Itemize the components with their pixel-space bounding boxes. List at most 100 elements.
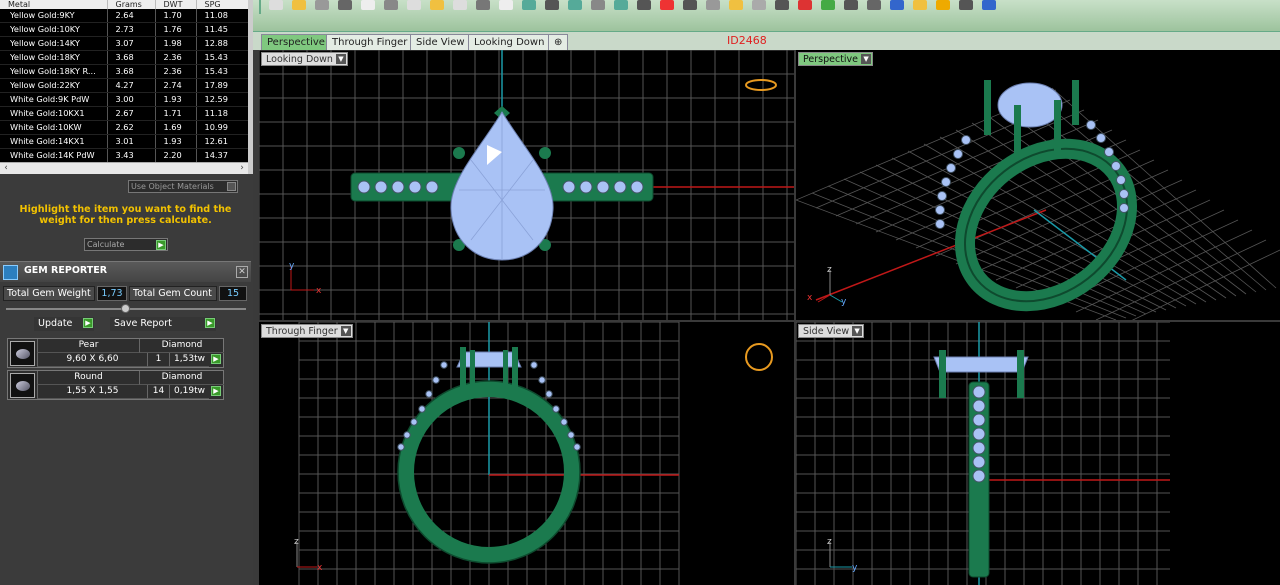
toolbar-tool-icon[interactable] [706, 0, 720, 10]
metal-table-header[interactable]: DWT [155, 0, 197, 9]
round-side-stone [972, 413, 986, 427]
play-arrow-icon[interactable]: ▶ [83, 318, 93, 328]
toolbar-tool-icon[interactable] [338, 0, 352, 10]
tab-looking-down[interactable]: Looking Down [468, 34, 551, 50]
toolbar-tool-icon[interactable] [545, 0, 559, 10]
toolbar-tool-icon[interactable] [453, 0, 467, 10]
toolbar-tool-icon[interactable] [936, 0, 950, 10]
toolbar-tool-icon[interactable] [499, 0, 513, 10]
metal-table-header[interactable]: Metal [0, 0, 108, 9]
viewport-label-through-finger[interactable]: Through Finger ▼ [261, 324, 353, 338]
table-cell: 11.18 [196, 106, 248, 121]
table-row[interactable]: Yellow Gold:14KY 3.07 1.98 12.88 [0, 36, 248, 51]
metal-table-header[interactable]: SPG [196, 0, 248, 9]
viewport-looking-down[interactable]: y x Looking Down ▼ [259, 50, 794, 320]
toolbar-tool-icon[interactable] [982, 0, 996, 10]
viewport-label-perspective[interactable]: Perspective ▼ [798, 52, 874, 66]
table-cell: 2.62 [107, 120, 156, 135]
metal-table-horizontal-scrollbar[interactable]: ‹ › [0, 162, 248, 174]
add-tab-button[interactable]: ⊕ [548, 34, 569, 50]
metal-table-header[interactable]: Grams [107, 0, 156, 9]
scroll-right-icon[interactable]: › [236, 163, 248, 174]
table-row[interactable]: Yellow Gold:10KY 2.73 1.76 11.45 [0, 22, 248, 37]
table-cell: 12.61 [196, 134, 248, 149]
toolbar-tool-icon[interactable] [476, 0, 490, 10]
toolbar-tool-icon[interactable] [913, 0, 927, 10]
table-row[interactable]: White Gold:14KX1 3.01 1.93 12.61 [0, 134, 248, 149]
prong [539, 147, 551, 159]
toolbar-tool-icon[interactable] [522, 0, 536, 10]
table-cell: 2.67 [107, 106, 156, 121]
checkbox-icon[interactable] [227, 182, 236, 191]
play-arrow-icon[interactable]: ▶ [205, 318, 215, 328]
toolbar-tool-icon[interactable] [752, 0, 766, 10]
save-report-button[interactable]: Save Report ▶ [110, 317, 216, 331]
tab-side-view[interactable]: Side View [410, 34, 471, 50]
table-row[interactable]: White Gold:14K PdW 3.43 2.20 14.37 [0, 148, 248, 162]
toolbar-tool-icon[interactable] [798, 0, 812, 10]
dropdown-arrow-icon[interactable]: ▼ [335, 54, 346, 64]
toolbar-tool-icon[interactable] [775, 0, 789, 10]
play-arrow-icon[interactable]: ▶ [211, 386, 221, 396]
toolbar-tool-icon[interactable] [407, 0, 421, 10]
table-cell: Yellow Gold:10KY [0, 22, 108, 37]
toolbar-tool-icon[interactable] [844, 0, 858, 10]
viewport-through-finger[interactable]: z x Through Finger ▼ [259, 322, 794, 585]
scroll-left-icon[interactable]: ‹ [0, 163, 12, 174]
table-row[interactable]: Yellow Gold:18KY R... 3.68 2.36 15.43 [0, 64, 248, 79]
table-row[interactable]: Yellow Gold:22KY 4.27 2.74 17.89 [0, 78, 248, 93]
table-row[interactable]: White Gold:10KW 2.62 1.69 10.99 [0, 120, 248, 135]
axis-label-y: y [289, 261, 295, 271]
toolbar-tool-icon[interactable] [430, 0, 444, 10]
viewport-title: Perspective [803, 54, 859, 65]
toolbar-tool-icon[interactable] [384, 0, 398, 10]
toolbar-tool-icon[interactable] [292, 0, 306, 10]
play-arrow-icon[interactable]: ▶ [211, 354, 221, 364]
report-slider[interactable] [6, 304, 246, 313]
toolbar-tool-icon[interactable] [269, 0, 283, 10]
viewport-side-view[interactable]: z y Side View ▼ [796, 322, 1280, 585]
table-row[interactable]: White Gold:10KX1 2.67 1.71 11.18 [0, 106, 248, 121]
viewport-perspective[interactable]: z y x Perspective ▼ [796, 50, 1280, 320]
table-cell: 15.43 [196, 50, 248, 65]
viewport-label-looking-down[interactable]: Looking Down ▼ [261, 52, 348, 66]
gem-list: Pear Diamond 9,60 X 6,60 1 1,53tw ▶ Roun… [7, 338, 224, 402]
toolbar-tool-icon[interactable] [591, 0, 605, 10]
viewport-label-side-view[interactable]: Side View ▼ [798, 324, 865, 338]
toolbar-tool-icon[interactable] [683, 0, 697, 10]
toolbar-tool-icon[interactable] [637, 0, 651, 10]
gem-row-pear[interactable]: Pear Diamond 9,60 X 6,60 1 1,53tw ▶ [7, 338, 224, 368]
update-button[interactable]: Update ▶ [34, 317, 94, 331]
dropdown-arrow-icon[interactable]: ▼ [852, 326, 863, 336]
metal-weight-table: Metal Grams DWT SPG Yellow Gold:9KY 2.64 1.70… [0, 0, 248, 162]
toolbar-tool-icon[interactable] [821, 0, 835, 10]
toolbar-tool-icon[interactable] [614, 0, 628, 10]
table-row[interactable]: Yellow Gold:18KY 3.68 2.36 15.43 [0, 50, 248, 65]
toolbar-tool-icon[interactable] [568, 0, 582, 10]
calculate-button[interactable]: Calculate ▶ [84, 238, 168, 251]
slider-knob[interactable] [121, 304, 130, 313]
toolbar-tool-icon[interactable] [890, 0, 904, 10]
close-icon[interactable]: ✕ [236, 266, 248, 278]
toolbar-tool-icon[interactable] [361, 0, 375, 10]
gem-row-round[interactable]: Round Diamond 1,55 X 1,55 14 0,19tw ▶ [7, 370, 224, 400]
dropdown-arrow-icon[interactable]: ▼ [340, 326, 351, 336]
toolbar-tool-icon[interactable] [867, 0, 881, 10]
round-side-stone [630, 180, 644, 194]
toolbar-tool-icon[interactable] [660, 0, 674, 10]
axis-label-z: z [827, 537, 832, 547]
gem-weight: 1,53tw [169, 353, 209, 367]
table-cell: 3.07 [107, 36, 156, 51]
table-row[interactable]: Yellow Gold:9KY 2.64 1.70 11.08 [0, 9, 248, 23]
table-cell: Yellow Gold:18KY [0, 50, 108, 65]
toolbar-tool-icon[interactable] [729, 0, 743, 10]
play-arrow-icon[interactable]: ▶ [156, 240, 166, 250]
tab-through-finger[interactable]: Through Finger [326, 34, 414, 50]
dropdown-arrow-icon[interactable]: ▼ [861, 54, 872, 64]
toolbar-tool-icon[interactable] [959, 0, 973, 10]
tab-perspective[interactable]: Perspective [261, 34, 331, 50]
side-view-scene: z y [796, 322, 1170, 585]
toolbar-tool-icon[interactable] [315, 0, 329, 10]
use-object-materials-checkbox[interactable]: Use Object Materials [128, 180, 238, 193]
table-row[interactable]: White Gold:9K PdW 3.00 1.93 12.59 [0, 92, 248, 107]
